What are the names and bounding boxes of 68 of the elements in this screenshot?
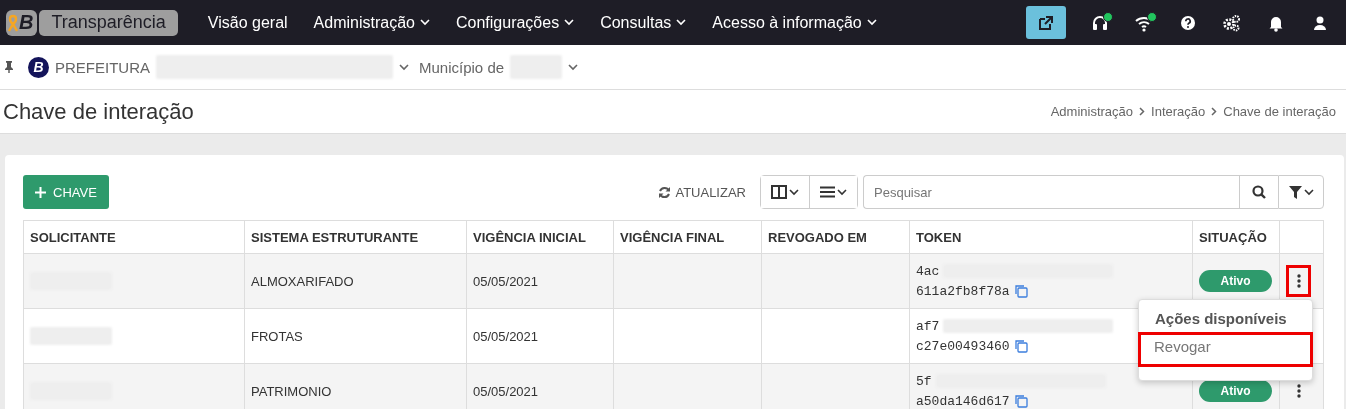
plus-icon: [35, 186, 46, 198]
copy-icon[interactable]: [1013, 284, 1028, 298]
search-button[interactable]: [1239, 175, 1278, 209]
status-badge: Ativo: [1199, 270, 1272, 292]
menu-icon: [820, 186, 835, 198]
app-name[interactable]: Transparência: [39, 9, 178, 36]
chevron-down-icon: [564, 19, 575, 26]
chevron-right-icon: [1139, 107, 1146, 116]
copy-icon[interactable]: [1013, 339, 1028, 353]
nav-menu-item[interactable]: Administração: [313, 13, 430, 32]
logo[interactable]: B: [6, 9, 38, 36]
filter-button[interactable]: [1278, 175, 1324, 209]
chevron-down-icon: [420, 19, 430, 26]
online-dot: [1103, 12, 1113, 22]
kebab-icon: [1296, 384, 1301, 398]
kebab-icon: [1296, 274, 1301, 288]
copy-icon[interactable]: [1013, 394, 1028, 408]
search-field[interactable]: Pesquisar: [863, 175, 1239, 209]
breadcrumb-item[interactable]: Administração: [1050, 104, 1134, 119]
bell-icon: [1269, 16, 1283, 32]
page-title: Chave de interação: [3, 98, 194, 125]
token-text: a50da146d617: [916, 393, 1010, 409]
menu-title: Ações disponíveis: [1154, 310, 1288, 327]
nav-menu-item[interactable]: Acesso à informação: [712, 13, 877, 32]
chevron-down-icon: [676, 19, 687, 26]
token-text: 4ac: [916, 263, 940, 279]
token-text: c27e00493460: [916, 338, 1010, 354]
ribbon-icon: [8, 13, 18, 32]
gears-icon: [1223, 14, 1240, 31]
chevron-down-icon: [866, 19, 877, 26]
search-icon: [1252, 185, 1266, 199]
table-cell: ALMOXARIFADO: [245, 254, 467, 309]
chevron-down-icon: [399, 63, 409, 71]
token-text: af7: [916, 318, 940, 334]
filter-icon: [1288, 185, 1302, 199]
menu-item[interactable]: Revogar: [1138, 332, 1313, 367]
headset-icon: [1093, 15, 1107, 30]
token-text: 5f: [916, 373, 932, 389]
nav-menu-item[interactable]: Consultas: [600, 13, 687, 32]
org-logo: B: [28, 56, 49, 78]
token-text: 611a2fb8f78a: [916, 283, 1010, 299]
chevron-down-icon: [568, 63, 579, 71]
online-dot: [1147, 12, 1157, 22]
user-icon: [1314, 16, 1326, 30]
refresh-button[interactable]: ATUALIZAR: [658, 184, 746, 200]
chevron-right-icon: [1211, 107, 1218, 116]
refresh-icon: [658, 185, 672, 199]
table-cell: 05/05/2021: [467, 364, 614, 409]
municipality-label: Município de: [419, 58, 505, 76]
chevron-down-icon: [1303, 188, 1314, 196]
table-cell: PATRIMONIO: [245, 364, 467, 409]
chevron-down-icon: [837, 188, 847, 196]
more-options-button[interactable]: [1286, 265, 1311, 297]
list-menu-button[interactable]: [809, 176, 857, 208]
chevron-down-icon: [789, 188, 799, 196]
org-label: PREFEITURA: [55, 58, 150, 76]
help-icon: [1181, 15, 1195, 30]
pin-icon[interactable]: [4, 61, 14, 73]
external-link-button[interactable]: [1026, 6, 1066, 39]
nav-menu-item[interactable]: Configurações: [456, 13, 575, 32]
breadcrumb-item: Chave de interação: [1223, 104, 1336, 119]
nav-menu-item[interactable]: Visão geral: [207, 13, 288, 32]
table-cell: 05/05/2021: [467, 254, 614, 309]
external-link-icon: [1039, 15, 1053, 30]
add-key-button[interactable]: CHAVE: [23, 175, 109, 209]
columns-icon: [771, 185, 787, 199]
status-badge: Ativo: [1199, 380, 1272, 402]
breadcrumb-item[interactable]: Interação: [1151, 104, 1206, 119]
